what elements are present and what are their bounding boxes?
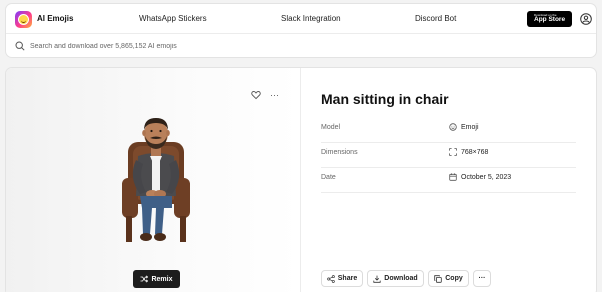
nav-discord-bot[interactable]: Discord Bot xyxy=(415,14,456,23)
download-label: Download xyxy=(384,275,418,282)
emoji-image xyxy=(122,118,190,242)
emoji-preview-panel: ··· Remix xyxy=(6,68,301,292)
detail-row-model: Model Emoji xyxy=(321,118,576,143)
download-icon xyxy=(373,275,381,283)
expand-icon xyxy=(449,148,457,156)
remix-label: Remix xyxy=(151,275,173,283)
emoji-info-panel: Man sitting in chair Model Emoji Dimensi… xyxy=(301,68,596,292)
emoji-title: Man sitting in chair xyxy=(321,91,449,107)
detail-row-date: Date October 5, 2023 xyxy=(321,168,576,193)
profile-icon[interactable] xyxy=(580,13,592,25)
detail-key: Dimensions xyxy=(321,149,358,156)
share-label: Share xyxy=(337,275,358,282)
nav-whatsapp-stickers[interactable]: WhatsApp Stickers xyxy=(139,14,207,23)
copy-label: Copy xyxy=(445,275,463,282)
copy-icon xyxy=(434,274,442,283)
shuffle-icon xyxy=(140,275,149,283)
more-options-icon[interactable]: ··· xyxy=(270,90,279,100)
search-bar[interactable] xyxy=(6,34,596,58)
app-store-button[interactable]: Download on the App Store xyxy=(527,11,572,27)
more-actions-button[interactable]: ··· xyxy=(473,270,491,287)
share-icon xyxy=(327,274,335,283)
detail-value: October 5, 2023 xyxy=(461,174,512,181)
brand-name[interactable]: AI Emojis xyxy=(37,14,73,23)
nav-slack-integration[interactable]: Slack Integration xyxy=(281,14,341,23)
detail-value: Emoji xyxy=(461,124,479,131)
emoji-detail-card: ··· Remix Man sitting in chair Model Emo… xyxy=(5,67,597,292)
detail-row-dimensions: Dimensions 768×768 xyxy=(321,143,576,168)
search-icon xyxy=(15,41,25,51)
download-button[interactable]: Download xyxy=(367,270,424,287)
navbar: AI Emojis WhatsApp Stickers Slack Integr… xyxy=(6,4,596,34)
search-input[interactable] xyxy=(30,38,530,54)
emoji-icon xyxy=(449,123,457,131)
calendar-icon xyxy=(449,173,457,181)
app-store-big-text: App Store xyxy=(534,16,566,24)
top-card: AI Emojis WhatsApp Stickers Slack Integr… xyxy=(5,3,597,58)
remix-button[interactable]: Remix xyxy=(133,270,180,288)
more-icon: ··· xyxy=(478,275,486,282)
logo-icon[interactable] xyxy=(15,11,32,28)
share-button[interactable]: Share xyxy=(321,270,363,287)
detail-key: Date xyxy=(321,174,336,181)
detail-key: Model xyxy=(321,124,341,131)
heart-icon[interactable] xyxy=(251,90,261,100)
copy-button[interactable]: Copy xyxy=(428,270,469,287)
detail-value: 768×768 xyxy=(461,149,489,156)
